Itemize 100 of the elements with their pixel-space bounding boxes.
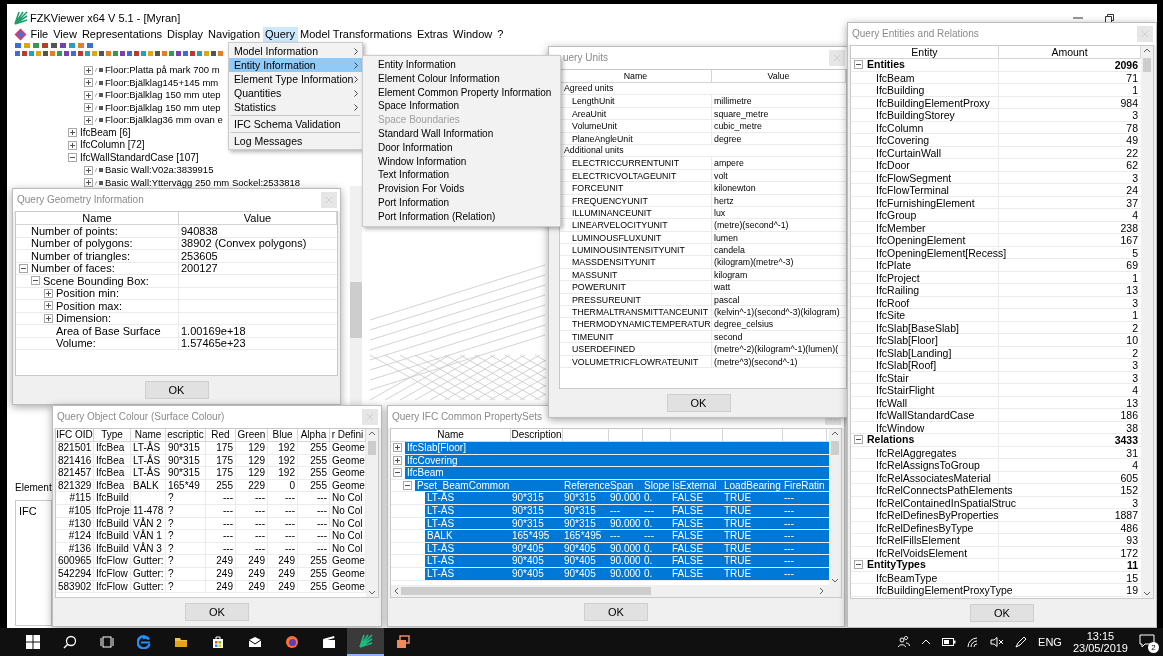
tree-item[interactable]: Floor:Platta på mark 700 m — [105, 64, 220, 77]
tree-item[interactable]: IfcCovering — [407, 454, 458, 466]
table-row[interactable]: LT-ÅS 90*315 90*315 90.000 0. FALSE TRUE --- — [425, 492, 829, 504]
column-header[interactable]: Value — [179, 212, 337, 224]
menu-item[interactable]: Window Information — [363, 154, 560, 169]
menu-item[interactable]: Quantities — [229, 86, 362, 100]
menu-item[interactable]: View — [50, 27, 80, 42]
column-header[interactable]: Value — [712, 70, 846, 82]
menu-item[interactable]: Provision For Voids — [363, 182, 560, 196]
ok-button[interactable]: OK — [584, 603, 648, 621]
table-row[interactable]: BALK 165*495 165*495 --- --- FALSE TRUE --- — [425, 530, 829, 542]
pen-icon[interactable] — [1015, 636, 1028, 648]
table-row[interactable]: LT-ÅS 90*405 90*405 90.000 0. FALSE TRUE --- — [425, 555, 829, 567]
collapse-icon[interactable] — [68, 153, 77, 163]
expand-icon[interactable] — [44, 313, 53, 323]
menu-item[interactable]: IFC Schema Validation — [229, 117, 362, 131]
wifi-icon[interactable] — [967, 636, 980, 648]
menu-item[interactable]: Extras — [414, 27, 451, 42]
column-header[interactable]: Entity — [851, 46, 999, 58]
menu-item[interactable]: Element Colour Information — [363, 71, 560, 86]
menu-item[interactable]: Window — [450, 27, 495, 42]
expand-icon[interactable] — [84, 115, 93, 125]
tree-item[interactable]: IFC — [19, 503, 51, 520]
column-header[interactable]: Blue — [268, 429, 298, 441]
tree-item[interactable]: Basic Wall:V02a:3839915 — [105, 164, 214, 177]
column-header[interactable]: Red — [206, 429, 236, 441]
column-header[interactable]: Name — [131, 429, 166, 441]
scrollbar-thumb[interactable] — [831, 441, 839, 455]
menu-item[interactable]: Port Information — [363, 195, 560, 210]
expand-icon[interactable] — [393, 443, 402, 453]
menu-item[interactable]: Model Information — [229, 44, 362, 58]
horizontal-scrollbar[interactable] — [391, 585, 841, 597]
menu-item[interactable]: ? — [494, 27, 506, 42]
tree-item[interactable]: Floor:Bjälklag145+145 mm — [105, 76, 219, 89]
scroll-left-icon[interactable] — [393, 587, 399, 595]
tree-item[interactable]: IfcBeam — [407, 467, 444, 479]
collapse-icon[interactable] — [854, 60, 863, 70]
expand-icon[interactable] — [44, 288, 53, 298]
collapse-icon[interactable] — [854, 435, 863, 445]
tree-item[interactable]: IfcBeam [6] — [80, 126, 131, 139]
menu-item[interactable]: File — [28, 27, 51, 42]
expand-icon[interactable] — [84, 90, 93, 100]
scrollbar-thumb[interactable] — [350, 282, 362, 338]
expand-icon[interactable] — [84, 103, 93, 113]
tree-item[interactable]: LT-ÅS — [427, 504, 455, 516]
menu-item[interactable]: Query — [262, 27, 298, 42]
expand-icon[interactable] — [84, 165, 93, 175]
menu-item[interactable]: Element Type Information — [229, 72, 362, 86]
battery-icon[interactable] — [942, 638, 957, 646]
menu-item[interactable]: Port Information (Relation) — [363, 209, 560, 224]
scrollbar-thumb[interactable] — [401, 587, 651, 595]
collapse-icon[interactable] — [393, 468, 402, 478]
expand-icon[interactable] — [84, 178, 93, 188]
tree-item[interactable]: BALK — [427, 530, 453, 542]
app-menu-icon[interactable] — [14, 28, 27, 41]
column-header[interactable]: Description — [511, 429, 563, 441]
muted-speaker-icon[interactable] — [990, 637, 1005, 647]
tree-item[interactable]: LT-ÅS — [427, 517, 455, 529]
menu-item[interactable]: Space Information — [363, 99, 560, 114]
ok-button[interactable]: OK — [970, 604, 1034, 622]
menu-item[interactable]: Navigation — [205, 27, 263, 42]
vertical-scrollbar[interactable] — [350, 186, 362, 406]
table-row[interactable]: IfcSlab[Floor] — [405, 442, 829, 454]
tree-item[interactable]: LT-ÅS — [427, 567, 455, 579]
ok-button[interactable]: OK — [666, 394, 731, 412]
vertical-scrollbar[interactable] — [366, 429, 378, 597]
tree-item[interactable]: Basic Wall:Yttervägg 250 mm Sockel:2533818 — [105, 176, 301, 189]
language-indicator[interactable]: ENG — [1038, 633, 1062, 651]
menu-item[interactable]: Model Transformations — [297, 27, 415, 42]
column-header[interactable]: Green — [236, 429, 268, 441]
clock[interactable]: 13:15 23/05/2019 — [1072, 630, 1128, 654]
expand-icon[interactable] — [68, 140, 77, 150]
tree-item[interactable]: Pset_BeamCommon — [417, 479, 510, 491]
menu-item[interactable]: Entity Information — [229, 58, 362, 72]
column-header[interactable]: Name — [16, 212, 179, 224]
restore-icon[interactable] — [1105, 14, 1114, 23]
menu-item[interactable]: Display — [164, 27, 206, 42]
scrollbar-thumb[interactable] — [1143, 58, 1151, 72]
column-header[interactable]: Name — [391, 429, 511, 441]
expand-icon[interactable] — [44, 301, 53, 311]
menu-item[interactable]: Text Information — [363, 168, 560, 183]
collapse-icon[interactable] — [19, 263, 28, 273]
scrollbar-thumb[interactable] — [368, 441, 376, 455]
tree-item[interactable]: Floor:Bjälklag 150 mm utep — [105, 101, 221, 114]
tree-item[interactable]: LT-ÅS — [427, 555, 455, 567]
menu-item[interactable]: Statistics — [229, 100, 362, 114]
ok-button[interactable]: OK — [144, 381, 209, 399]
table-row[interactable]: IfcBeam — [405, 467, 829, 479]
people-icon[interactable] — [898, 636, 911, 648]
notification-icon[interactable] — [1139, 634, 1155, 648]
tree-item[interactable]: IfcColumn [72] — [80, 139, 145, 152]
tree-item[interactable]: IfcWallStandardCase [107] — [80, 151, 199, 164]
menu-item[interactable]: Entity Information — [363, 58, 560, 72]
tree-item[interactable]: Floor:Bjälklag36 mm ovan e — [105, 114, 223, 127]
vertical-scrollbar[interactable] — [1141, 46, 1153, 598]
menu-item[interactable]: Log Messages — [229, 134, 362, 148]
collapse-icon[interactable] — [31, 276, 40, 286]
menu-item[interactable]: Standard Wall Information — [363, 127, 560, 141]
toolbar-drawing[interactable] — [14, 42, 226, 57]
column-header[interactable]: escriptic — [166, 429, 206, 441]
